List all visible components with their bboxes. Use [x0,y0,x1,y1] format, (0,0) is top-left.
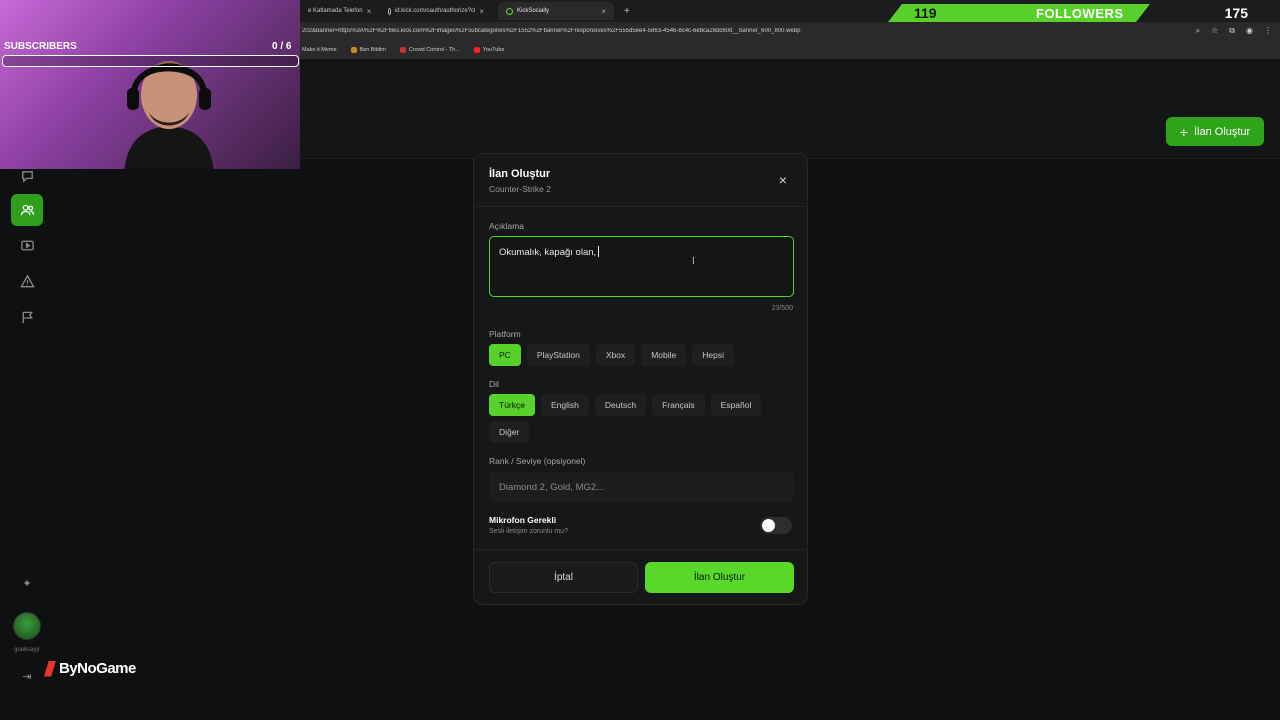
kick-favicon-icon [506,7,513,15]
warning-icon[interactable] [11,265,43,297]
followers-count: 119 [914,5,937,21]
followers-label: FOLLOWERS [1036,6,1124,21]
bynogame-logo: ByNoGame [44,660,136,677]
mic-required-title: Mikrofon Gerekli [489,515,557,525]
subscribers-count: 0 / 6 [272,41,292,52]
language-chip-english[interactable]: English [540,394,589,416]
platform-chip-hepsi[interactable]: Hepsi [692,344,734,366]
search-icon[interactable]: ⌕ [1196,26,1200,36]
users-icon[interactable] [11,194,43,226]
mic-required-subtitle: Sesli iletişim zorunlu mu? [489,528,568,535]
cancel-button[interactable]: İptal [489,562,638,593]
modal-title: İlan Oluştur [489,168,551,180]
language-chip-francais[interactable]: Français [652,394,705,416]
rank-label: Rank / Seviye (opsiyonel) [489,456,586,466]
create-listing-header-button[interactable]: + İlan Oluştur [1166,117,1264,146]
description-textarea[interactable]: Okumalık, kapağı olan, [489,236,794,297]
bookmark-item[interactable]: Crowd Control - Th... [399,46,460,53]
bookmark-item[interactable]: Ben Bildim [350,46,386,53]
close-tab-icon[interactable]: × [479,7,484,16]
globe-icon [388,7,391,15]
logout-icon[interactable]: ⇥ [11,660,43,692]
close-tab-icon[interactable]: × [367,7,372,16]
bookmark-favicon-icon [399,46,406,53]
toggle-knob [762,519,775,532]
menu-icon[interactable]: ⋮ [1264,26,1272,36]
bookmark-label: Make it Meme [302,46,337,53]
platform-chip-mobile[interactable]: Mobile [641,344,687,366]
rank-input[interactable] [489,472,794,502]
bookmark-label: Crowd Control - Th... [408,46,460,53]
language-chip-group: Türkçe English Deutsch Français Español … [489,394,799,443]
tab-label: KickSocially [517,8,550,14]
i-beam-cursor-icon: Ι [692,256,695,267]
close-tab-icon[interactable]: × [601,7,606,16]
mic-required-toggle[interactable] [760,517,792,534]
close-icon[interactable]: × [779,173,787,187]
browser-tab-1[interactable]: e Katlamada Telefon × [300,2,372,20]
browser-tab-2[interactable]: id.kick.com/oauth/authorize?cl × [380,2,492,20]
bookmark-favicon-icon [350,46,357,53]
app-header-banner [300,61,1280,159]
create-listing-submit-button[interactable]: İlan Oluştur [645,562,794,593]
create-button-label: İlan Oluştur [1193,125,1251,138]
browser-tab-3[interactable]: KickSocially × [498,2,614,20]
tab-label: id.kick.com/oauth/authorize?cl [394,8,476,14]
tab-label: e Katlamada Telefon [308,8,363,14]
subscribers-progress-bar [2,55,299,67]
flag-icon[interactable] [11,301,43,333]
language-chip-turkce[interactable]: Türkçe [489,394,535,416]
language-chip-deutsch[interactable]: Deutsch [594,394,647,416]
profile-icon[interactable]: ◉ [1246,26,1253,36]
extensions-icon[interactable]: ⧉ [1229,26,1235,36]
video-icon[interactable] [11,229,43,261]
user-name: goeksayjr [14,647,40,653]
description-label: Açıklama [489,221,524,231]
platform-label: Platform [489,329,521,339]
bookmark-item[interactable]: YouTube [473,46,505,53]
bookmark-label: YouTube [482,46,505,53]
text-caret [598,246,600,257]
bookmark-label: Ben Bildim [359,46,386,53]
language-chip-diger[interactable]: Diğer [489,421,530,443]
new-tab-button[interactable]: + [616,2,632,20]
modal-subtitle: Counter-Strike 2 [489,184,551,194]
create-listing-modal: İlan Oluştur Counter-Strike 2 × Açıklama… [473,153,808,605]
avatar[interactable] [13,612,41,640]
youtube-icon [473,46,480,53]
platform-chip-playstation[interactable]: PlayStation [526,344,590,366]
bynogame-mark-icon [44,660,56,677]
webcam-feed [0,0,300,169]
settings-sparkle-icon[interactable]: ✦ [11,567,43,599]
logo-text: ByNoGame [59,660,136,677]
description-char-counter: 23/500 [771,305,793,312]
platform-chip-group: PC PlayStation Xbox Mobile Hepsi [489,344,799,366]
bookmark-item[interactable]: Make it Meme [302,47,337,53]
platform-chip-xbox[interactable]: Xbox [595,344,636,366]
subscribers-label: SUBSCRIBERS [4,41,77,52]
language-label: Dil [489,379,499,389]
followers-goal: 175 [1224,5,1248,21]
platform-chip-pc[interactable]: PC [489,344,521,366]
language-chip-espanol[interactable]: Español [710,394,762,416]
plus-icon: + [1179,123,1188,140]
followers-goal-overlay: 119 FOLLOWERS 175 [888,4,1280,22]
description-value: Okumalık, kapağı olan, [499,247,597,258]
star-icon[interactable]: ☆ [1211,26,1218,36]
modal-header: İlan Oluştur Counter-Strike 2 × [474,154,807,207]
modal-footer-divider [474,549,807,550]
